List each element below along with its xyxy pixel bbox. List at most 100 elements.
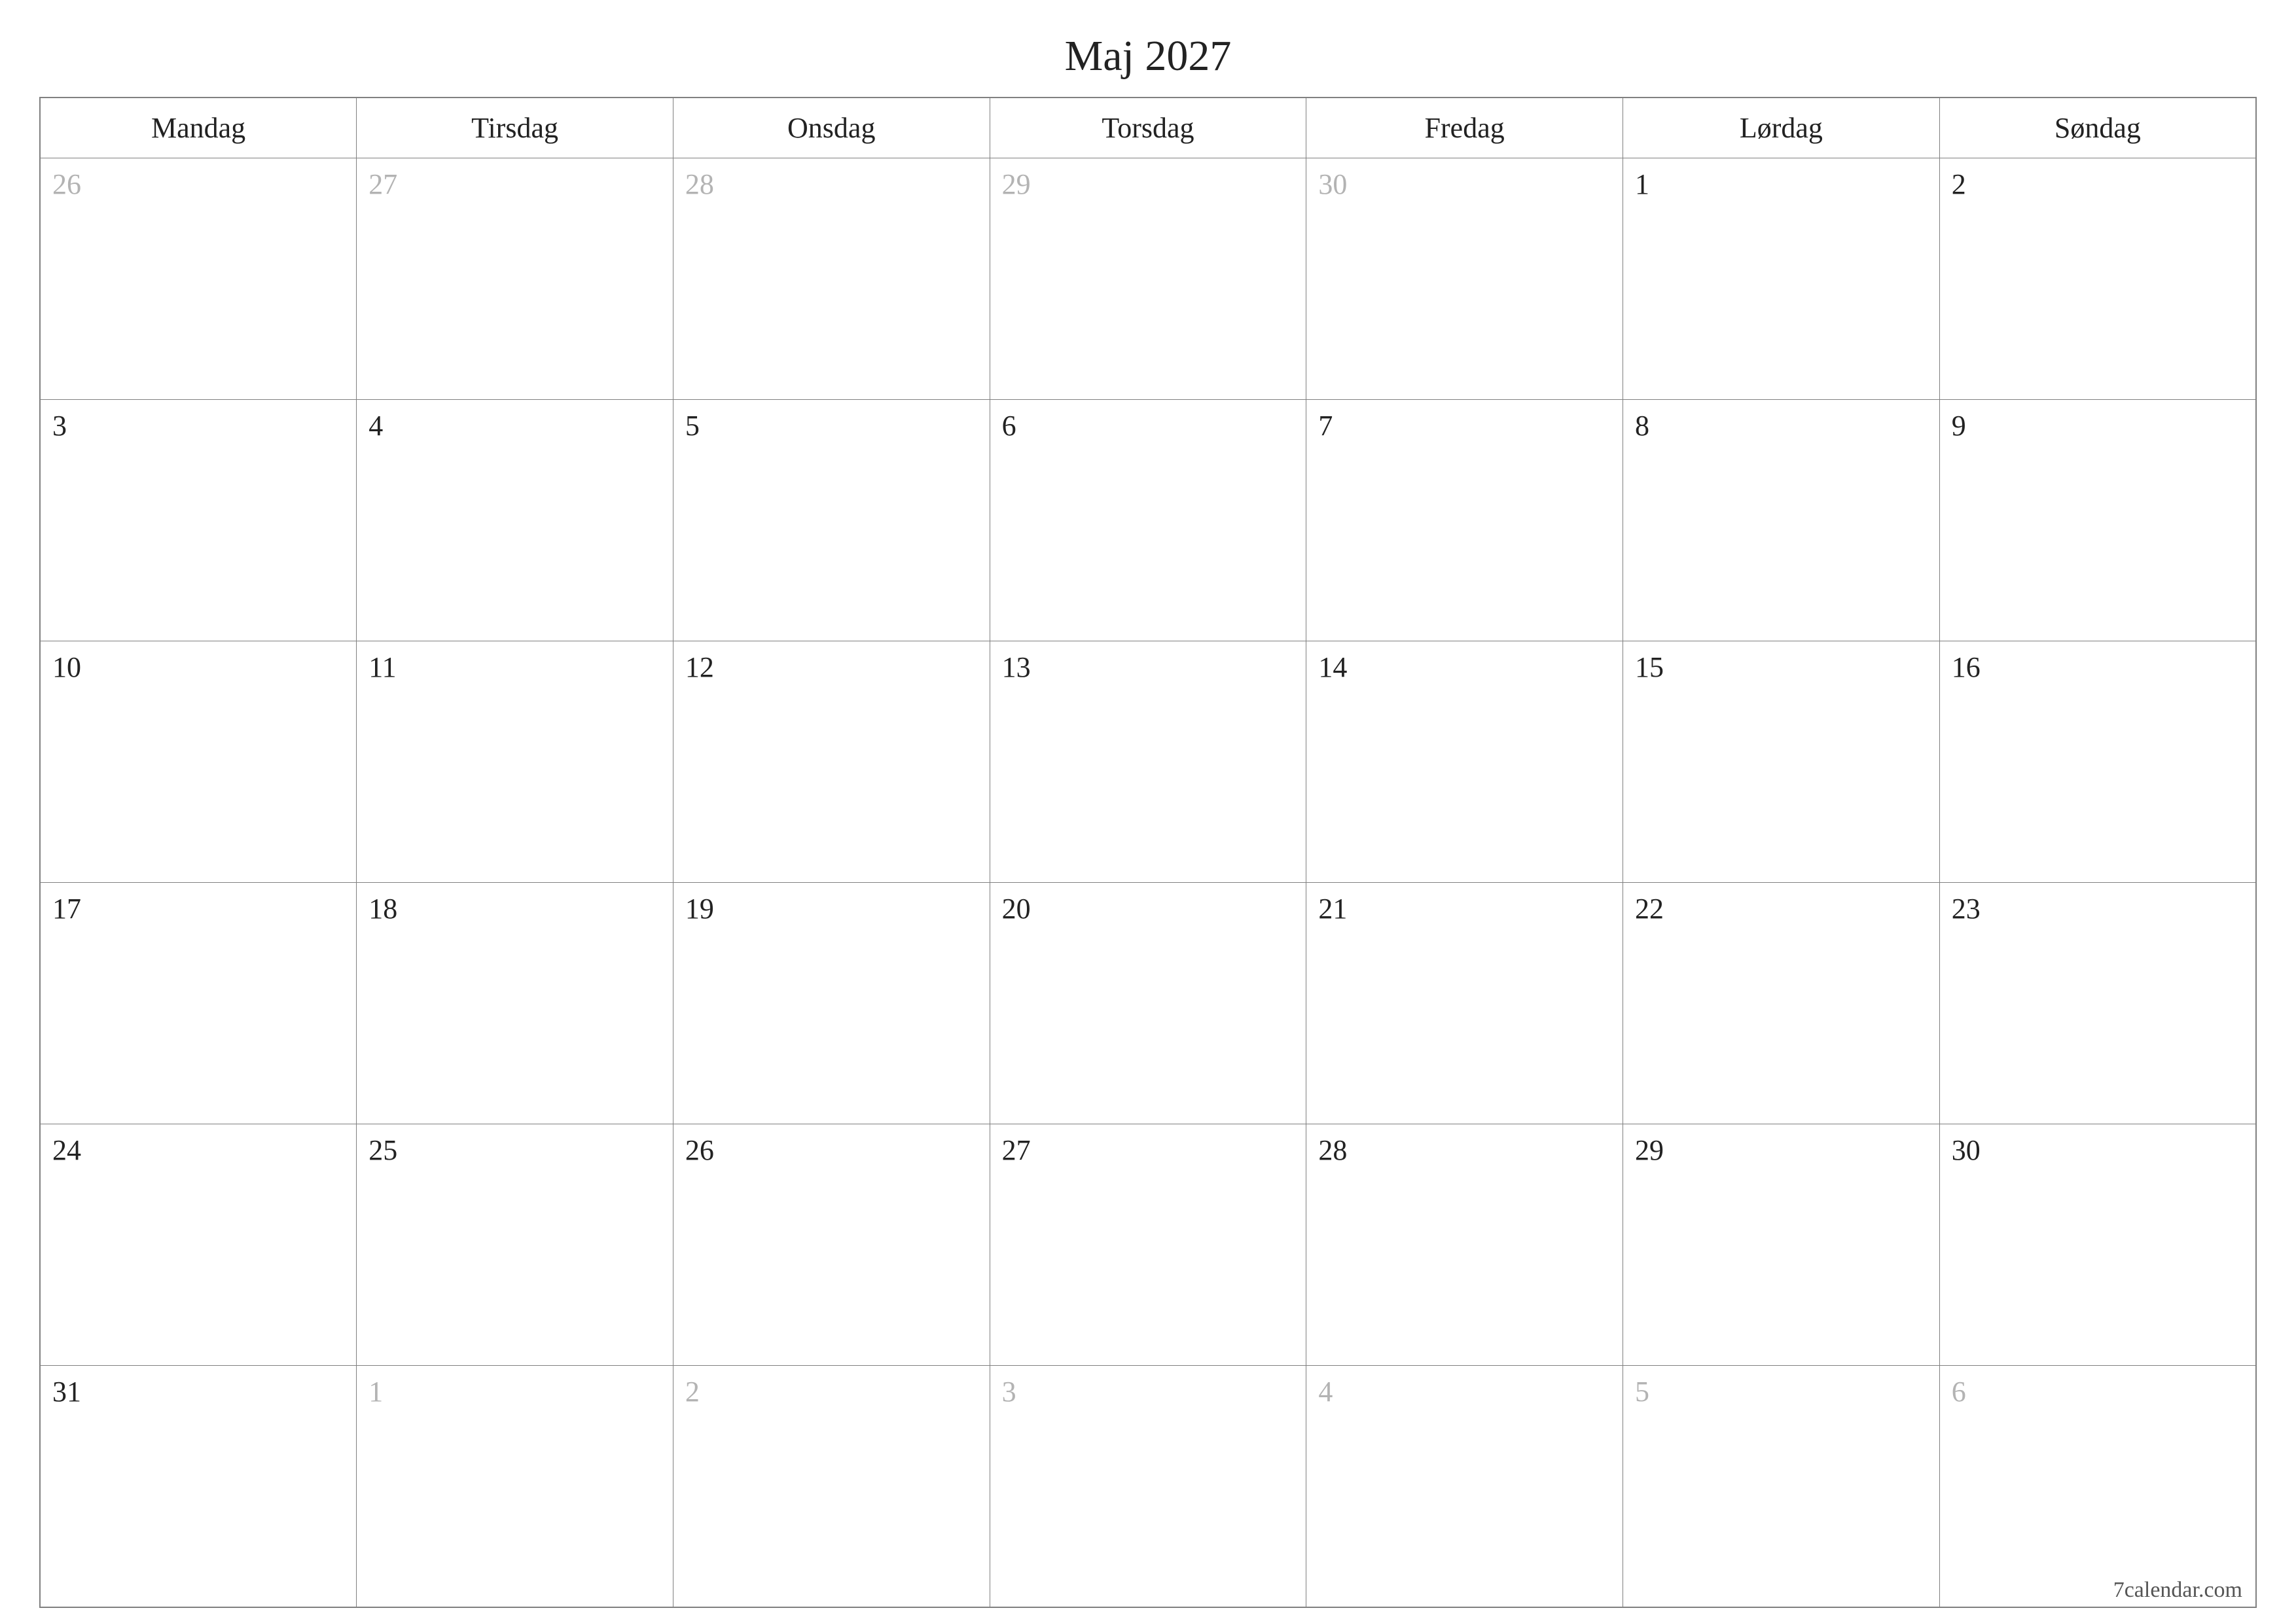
day-number: 9 xyxy=(1952,409,1966,442)
day-number: 21 xyxy=(1318,892,1347,925)
day-number: 1 xyxy=(1635,168,1649,201)
day-cell: 1 xyxy=(1623,158,1940,400)
day-cell: 24 xyxy=(40,1124,357,1366)
day-number: 28 xyxy=(685,168,714,201)
day-number: 6 xyxy=(1002,409,1016,442)
day-cell: 5 xyxy=(1623,1366,1940,1608)
day-number: 23 xyxy=(1952,892,1981,925)
day-cell: 29 xyxy=(990,158,1306,400)
day-cell: 29 xyxy=(1623,1124,1940,1366)
day-cell: 6 xyxy=(990,400,1306,641)
day-number: 16 xyxy=(1952,651,1981,684)
week-row: 10 11 12 13 14 15 16 xyxy=(40,641,2256,883)
day-cell: 23 xyxy=(1939,883,2256,1124)
day-number: 30 xyxy=(1318,168,1347,201)
day-cell: 30 xyxy=(1939,1124,2256,1366)
day-cell: 1 xyxy=(357,1366,673,1608)
day-number: 29 xyxy=(1002,168,1031,201)
day-number: 2 xyxy=(685,1375,700,1408)
day-number: 5 xyxy=(1635,1375,1649,1408)
week-row: 17 18 19 20 21 22 23 xyxy=(40,883,2256,1124)
day-number: 19 xyxy=(685,892,714,925)
day-cell: 17 xyxy=(40,883,357,1124)
day-number: 28 xyxy=(1318,1133,1347,1167)
day-number: 25 xyxy=(368,1133,397,1167)
day-cell: 31 xyxy=(40,1366,357,1608)
calendar-page: Maj 2027 Mandag Tirsdag Onsdag Torsdag F… xyxy=(0,0,2296,1623)
day-number: 24 xyxy=(52,1133,81,1167)
day-number: 3 xyxy=(1002,1375,1016,1408)
day-number: 2 xyxy=(1952,168,1966,201)
day-cell: 10 xyxy=(40,641,357,883)
day-number: 5 xyxy=(685,409,700,442)
day-number: 6 xyxy=(1952,1375,1966,1408)
day-number: 4 xyxy=(1318,1375,1333,1408)
day-cell: 21 xyxy=(1306,883,1623,1124)
day-cell: 7 xyxy=(1306,400,1623,641)
day-cell: 28 xyxy=(673,158,990,400)
calendar-grid: Mandag Tirsdag Onsdag Torsdag Fredag Lør… xyxy=(39,97,2257,1608)
day-number: 10 xyxy=(52,651,81,684)
day-number: 27 xyxy=(368,168,397,201)
day-cell: 2 xyxy=(673,1366,990,1608)
footer-credit: 7calendar.com xyxy=(39,1578,2257,1603)
day-number: 30 xyxy=(1952,1133,1981,1167)
day-cell: 9 xyxy=(1939,400,2256,641)
day-number: 18 xyxy=(368,892,397,925)
day-cell: 18 xyxy=(357,883,673,1124)
day-cell: 11 xyxy=(357,641,673,883)
day-cell: 14 xyxy=(1306,641,1623,883)
day-number: 4 xyxy=(368,409,383,442)
day-cell: 15 xyxy=(1623,641,1940,883)
page-title: Maj 2027 xyxy=(39,31,2257,81)
day-number: 22 xyxy=(1635,892,1664,925)
day-cell: 2 xyxy=(1939,158,2256,400)
calendar-body: 26 27 28 29 30 1 2 3 4 5 6 7 8 9 10 11 1… xyxy=(40,158,2256,1608)
day-cell: 20 xyxy=(990,883,1306,1124)
week-row: 3 4 5 6 7 8 9 xyxy=(40,400,2256,641)
day-cell: 12 xyxy=(673,641,990,883)
day-number: 12 xyxy=(685,651,714,684)
day-cell: 30 xyxy=(1306,158,1623,400)
day-number: 31 xyxy=(52,1375,81,1408)
day-cell: 5 xyxy=(673,400,990,641)
day-cell: 27 xyxy=(357,158,673,400)
day-number: 14 xyxy=(1318,651,1347,684)
weekday-header: Onsdag xyxy=(673,98,990,158)
day-number: 1 xyxy=(368,1375,383,1408)
day-cell: 19 xyxy=(673,883,990,1124)
day-cell: 3 xyxy=(990,1366,1306,1608)
day-number: 26 xyxy=(685,1133,714,1167)
day-number: 15 xyxy=(1635,651,1664,684)
day-cell: 6 xyxy=(1939,1366,2256,1608)
day-number: 3 xyxy=(52,409,67,442)
day-number: 29 xyxy=(1635,1133,1664,1167)
day-cell: 26 xyxy=(40,158,357,400)
day-cell: 27 xyxy=(990,1124,1306,1366)
day-number: 13 xyxy=(1002,651,1031,684)
day-cell: 26 xyxy=(673,1124,990,1366)
day-cell: 28 xyxy=(1306,1124,1623,1366)
weekday-header: Søndag xyxy=(1939,98,2256,158)
week-row: 24 25 26 27 28 29 30 xyxy=(40,1124,2256,1366)
weekday-header: Mandag xyxy=(40,98,357,158)
weekday-header: Lørdag xyxy=(1623,98,1940,158)
day-number: 17 xyxy=(52,892,81,925)
day-number: 26 xyxy=(52,168,81,201)
day-number: 8 xyxy=(1635,409,1649,442)
weekday-header: Tirsdag xyxy=(357,98,673,158)
day-cell: 8 xyxy=(1623,400,1940,641)
weekday-header: Torsdag xyxy=(990,98,1306,158)
day-number: 11 xyxy=(368,651,396,684)
weekday-header: Fredag xyxy=(1306,98,1623,158)
day-cell: 4 xyxy=(1306,1366,1623,1608)
day-cell: 25 xyxy=(357,1124,673,1366)
day-cell: 13 xyxy=(990,641,1306,883)
week-row: 26 27 28 29 30 1 2 xyxy=(40,158,2256,400)
day-cell: 3 xyxy=(40,400,357,641)
day-cell: 16 xyxy=(1939,641,2256,883)
day-number: 7 xyxy=(1318,409,1333,442)
day-cell: 4 xyxy=(357,400,673,641)
week-row: 31 1 2 3 4 5 6 xyxy=(40,1366,2256,1608)
day-number: 27 xyxy=(1002,1133,1031,1167)
